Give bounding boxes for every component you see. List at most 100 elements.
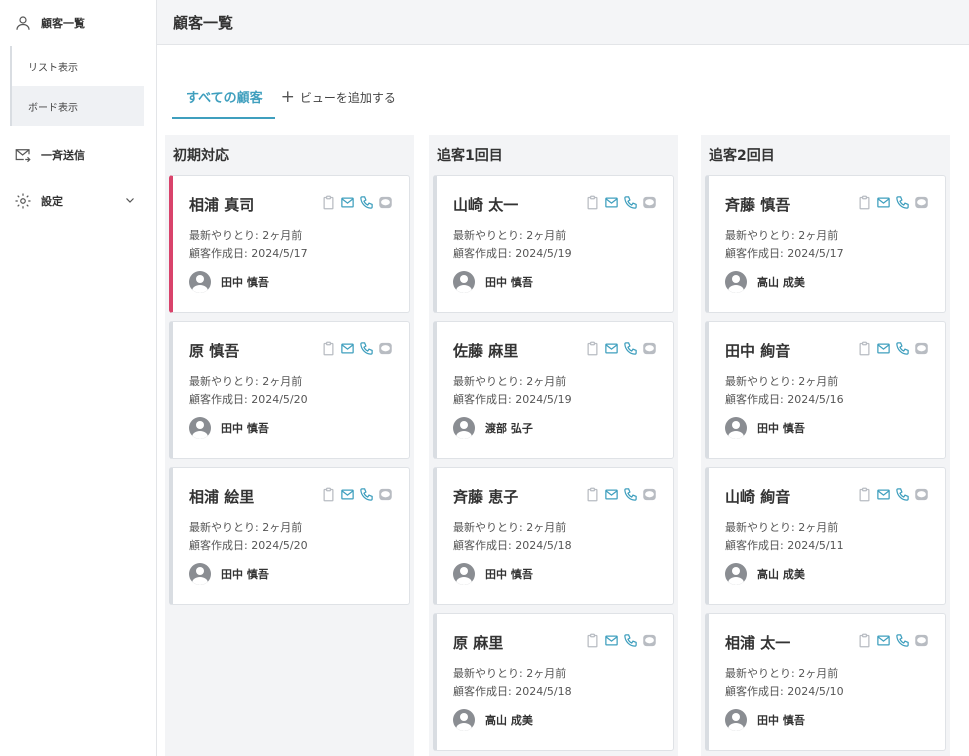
- phone-icon[interactable]: [623, 195, 638, 210]
- clipboard-icon[interactable]: [857, 633, 872, 648]
- line-chat-icon[interactable]: [914, 195, 929, 210]
- card-meta: 最新やりとり: 2ヶ月前 顧客作成日: 2024/5/19: [453, 227, 673, 263]
- nav-customers[interactable]: 顧客一覧: [0, 0, 156, 46]
- customer-card[interactable]: 原 慎吾 最新やりとり: 2ヶ月前 顧客作成日: 2024/5/20 田中 慎吾: [169, 321, 410, 459]
- card-meta: 最新やりとり: 2ヶ月前 顧客作成日: 2024/5/20: [189, 519, 409, 555]
- clipboard-icon[interactable]: [585, 195, 600, 210]
- phone-icon[interactable]: [895, 195, 910, 210]
- clipboard-icon[interactable]: [585, 633, 600, 648]
- card-meta: 最新やりとり: 2ヶ月前 顧客作成日: 2024/5/20: [189, 373, 409, 409]
- line-chat-icon[interactable]: [378, 341, 393, 356]
- phone-icon[interactable]: [359, 341, 374, 356]
- customer-card[interactable]: 相浦 真司 最新やりとり: 2ヶ月前 顧客作成日: 2024/5/17 田中 慎…: [169, 175, 410, 313]
- customer-card[interactable]: 山崎 太一 最新やりとり: 2ヶ月前 顧客作成日: 2024/5/19 田中 慎…: [433, 175, 674, 313]
- card-owner: 高山 成美: [725, 563, 945, 585]
- line-chat-icon[interactable]: [378, 487, 393, 502]
- nav-settings[interactable]: 設定: [0, 178, 156, 224]
- mail-icon[interactable]: [340, 487, 355, 502]
- customer-card[interactable]: 相浦 太一 最新やりとり: 2ヶ月前 顧客作成日: 2024/5/10 田中 慎…: [705, 613, 946, 751]
- nav-customers-label: 顧客一覧: [41, 17, 85, 30]
- card-actions: [585, 341, 657, 356]
- card-owner: 田中 慎吾: [725, 417, 945, 439]
- tab-all-customers[interactable]: すべての顧客: [172, 75, 275, 119]
- clipboard-icon[interactable]: [321, 341, 336, 356]
- clipboard-icon[interactable]: [585, 341, 600, 356]
- sidebar: 顧客一覧 リスト表示 ボード表示 一斉送信 設定: [0, 0, 157, 756]
- customer-card[interactable]: 田中 絢音 最新やりとり: 2ヶ月前 顧客作成日: 2024/5/16 田中 慎…: [705, 321, 946, 459]
- phone-icon[interactable]: [359, 195, 374, 210]
- avatar: [189, 417, 211, 439]
- chevron-down-icon[interactable]: [124, 194, 136, 209]
- last-interaction: 最新やりとり: 2ヶ月前: [453, 375, 567, 388]
- gear-icon: [14, 192, 32, 210]
- phone-icon[interactable]: [623, 341, 638, 356]
- page-title: 顧客一覧: [157, 0, 969, 45]
- line-chat-icon[interactable]: [642, 487, 657, 502]
- customer-card[interactable]: 相浦 絵里 最新やりとり: 2ヶ月前 顧客作成日: 2024/5/20 田中 慎…: [169, 467, 410, 605]
- card-actions: [321, 487, 393, 502]
- line-chat-icon[interactable]: [914, 341, 929, 356]
- phone-icon[interactable]: [895, 487, 910, 502]
- add-view-label: ビューを追加する: [299, 90, 396, 105]
- clipboard-icon[interactable]: [585, 487, 600, 502]
- nav-broadcast[interactable]: 一斉送信: [0, 132, 156, 178]
- line-chat-icon[interactable]: [914, 487, 929, 502]
- subnav-list-view[interactable]: リスト表示: [12, 46, 144, 86]
- line-chat-icon[interactable]: [914, 633, 929, 648]
- phone-icon[interactable]: [895, 633, 910, 648]
- mail-icon[interactable]: [604, 633, 619, 648]
- owner-name: 高山 成美: [757, 276, 805, 289]
- clipboard-icon[interactable]: [321, 487, 336, 502]
- mail-icon[interactable]: [340, 341, 355, 356]
- customer-card[interactable]: 斉藤 恵子 最新やりとり: 2ヶ月前 顧客作成日: 2024/5/18 田中 慎…: [433, 467, 674, 605]
- last-interaction: 最新やりとり: 2ヶ月前: [725, 229, 839, 242]
- phone-icon[interactable]: [359, 487, 374, 502]
- line-chat-icon[interactable]: [378, 195, 393, 210]
- phone-icon[interactable]: [895, 341, 910, 356]
- last-interaction: 最新やりとり: 2ヶ月前: [453, 229, 567, 242]
- created-date: 顧客作成日: 2024/5/10: [725, 685, 844, 698]
- last-interaction: 最新やりとり: 2ヶ月前: [453, 521, 567, 534]
- customer-card[interactable]: 斉藤 慎吾 最新やりとり: 2ヶ月前 顧客作成日: 2024/5/17 高山 成…: [705, 175, 946, 313]
- mail-icon[interactable]: [876, 195, 891, 210]
- plus-icon: +: [280, 87, 295, 107]
- avatar: [725, 709, 747, 731]
- card-owner: 渡部 弘子: [453, 417, 673, 439]
- avatar: [725, 271, 747, 293]
- line-chat-icon[interactable]: [642, 633, 657, 648]
- card-actions: [585, 195, 657, 210]
- mail-icon[interactable]: [876, 341, 891, 356]
- phone-icon[interactable]: [623, 633, 638, 648]
- add-view-button[interactable]: + ビューを追加する: [275, 75, 408, 119]
- last-interaction: 最新やりとり: 2ヶ月前: [725, 375, 839, 388]
- owner-name: 高山 成美: [485, 714, 533, 727]
- mail-icon[interactable]: [604, 487, 619, 502]
- clipboard-icon[interactable]: [857, 487, 872, 502]
- line-chat-icon[interactable]: [642, 195, 657, 210]
- clipboard-icon[interactable]: [857, 341, 872, 356]
- customer-card[interactable]: 佐藤 麻里 最新やりとり: 2ヶ月前 顧客作成日: 2024/5/19 渡部 弘…: [433, 321, 674, 459]
- clipboard-icon[interactable]: [321, 195, 336, 210]
- customer-card[interactable]: 原 麻里 最新やりとり: 2ヶ月前 顧客作成日: 2024/5/18 高山 成美: [433, 613, 674, 751]
- card-actions: [857, 341, 929, 356]
- mail-icon[interactable]: [604, 341, 619, 356]
- avatar: [725, 417, 747, 439]
- clipboard-icon[interactable]: [857, 195, 872, 210]
- mail-icon[interactable]: [604, 195, 619, 210]
- phone-icon[interactable]: [623, 487, 638, 502]
- subnav-board-view[interactable]: ボード表示: [12, 86, 144, 126]
- card-owner: 高山 成美: [725, 271, 945, 293]
- column-title: 追客1回目: [437, 148, 503, 164]
- line-chat-icon[interactable]: [642, 341, 657, 356]
- mail-icon[interactable]: [876, 487, 891, 502]
- created-date: 顧客作成日: 2024/5/11: [725, 539, 844, 552]
- customer-card[interactable]: 山崎 絢音 最新やりとり: 2ヶ月前 顧客作成日: 2024/5/11 高山 成…: [705, 467, 946, 605]
- card-meta: 最新やりとり: 2ヶ月前 顧客作成日: 2024/5/19: [453, 373, 673, 409]
- card-owner: 田中 慎吾: [453, 563, 673, 585]
- column-title: 初期対応: [173, 148, 229, 164]
- mail-icon[interactable]: [876, 633, 891, 648]
- card-actions: [857, 487, 929, 502]
- mail-icon[interactable]: [340, 195, 355, 210]
- card-actions: [321, 341, 393, 356]
- last-interaction: 最新やりとり: 2ヶ月前: [725, 521, 839, 534]
